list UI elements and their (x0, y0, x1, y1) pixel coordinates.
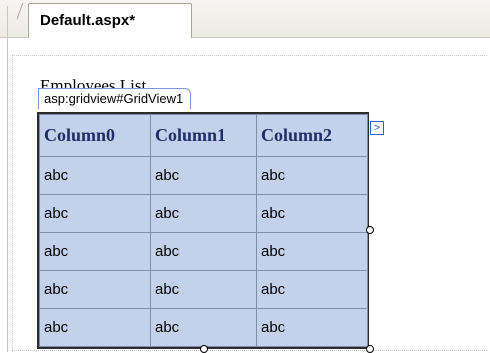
table-cell[interactable]: abc (39, 308, 151, 347)
table-row: abc abc abc (39, 194, 368, 233)
table-cell[interactable]: abc (150, 232, 257, 271)
smart-tag-arrow-icon[interactable]: > (370, 121, 384, 135)
tab-title: Default.aspx* (40, 12, 136, 29)
tab-slant-edge (17, 3, 31, 38)
table-cell[interactable]: abc (39, 194, 151, 233)
column-header[interactable]: Column2 (256, 114, 368, 157)
table-row: abc abc abc (39, 232, 368, 271)
table-cell[interactable]: abc (150, 308, 257, 347)
body-boundary-top (12, 55, 487, 56)
table-cell[interactable]: abc (150, 270, 257, 309)
column-header[interactable]: Column1 (150, 114, 257, 157)
table-row: abc abc abc (39, 308, 368, 347)
gridview-control[interactable]: Column0 Column1 Column2 abc abc abc abc … (37, 112, 369, 349)
table-row: abc abc abc (39, 156, 368, 195)
table-cell[interactable]: abc (39, 270, 151, 309)
table-cell[interactable]: abc (256, 270, 368, 309)
column-header[interactable]: Column0 (39, 114, 151, 157)
tab-strip-edge (7, 6, 8, 38)
tab-default-aspx[interactable]: Default.aspx* (28, 3, 192, 38)
table-cell[interactable]: abc (256, 156, 368, 195)
table-cell[interactable]: abc (39, 156, 151, 195)
resize-handle-right[interactable] (366, 226, 374, 234)
body-boundary-left (12, 55, 13, 352)
body-boundary-bottom (12, 350, 487, 351)
document-tab-strip: Default.aspx* (0, 0, 490, 38)
table-cell[interactable]: abc (39, 232, 151, 271)
gridview-table: Column0 Column1 Column2 abc abc abc abc … (39, 114, 368, 347)
table-row: abc abc abc (39, 270, 368, 309)
header-row: Column0 Column1 Column2 (39, 114, 368, 157)
table-cell[interactable]: abc (150, 156, 257, 195)
table-cell[interactable]: abc (150, 194, 257, 233)
table-cell[interactable]: abc (256, 232, 368, 271)
table-cell[interactable]: abc (256, 308, 368, 347)
control-tag-label: asp:gridview#GridView1 (38, 88, 192, 109)
table-cell[interactable]: abc (256, 194, 368, 233)
